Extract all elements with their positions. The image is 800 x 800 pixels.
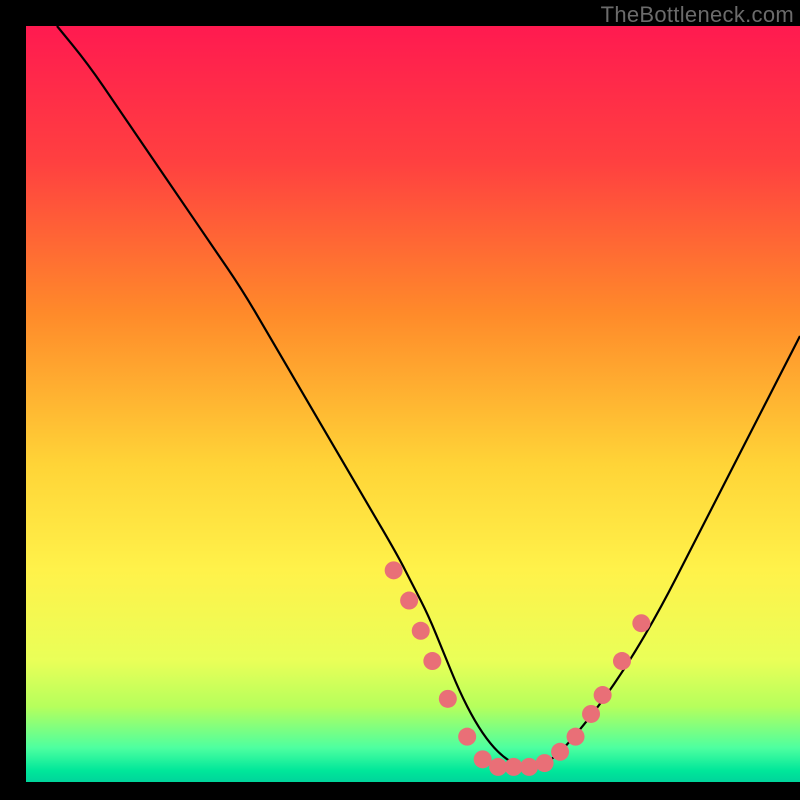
highlight-marker — [536, 754, 554, 772]
highlight-marker — [582, 705, 600, 723]
highlight-marker — [632, 614, 650, 632]
chart-container: TheBottleneck.com — [0, 0, 800, 800]
highlight-marker — [385, 561, 403, 579]
highlight-marker — [505, 758, 523, 776]
highlight-marker — [489, 758, 507, 776]
highlight-marker — [400, 592, 418, 610]
highlight-marker — [474, 750, 492, 768]
highlight-marker — [423, 652, 441, 670]
bottleneck-chart — [0, 0, 800, 800]
highlight-marker — [458, 728, 476, 746]
watermark-text: TheBottleneck.com — [601, 2, 794, 28]
highlight-marker — [594, 686, 612, 704]
highlight-marker — [412, 622, 430, 640]
highlight-marker — [567, 728, 585, 746]
highlight-marker — [613, 652, 631, 670]
highlight-marker — [520, 758, 538, 776]
chart-gradient-background — [26, 26, 800, 782]
highlight-marker — [439, 690, 457, 708]
highlight-marker — [551, 743, 569, 761]
